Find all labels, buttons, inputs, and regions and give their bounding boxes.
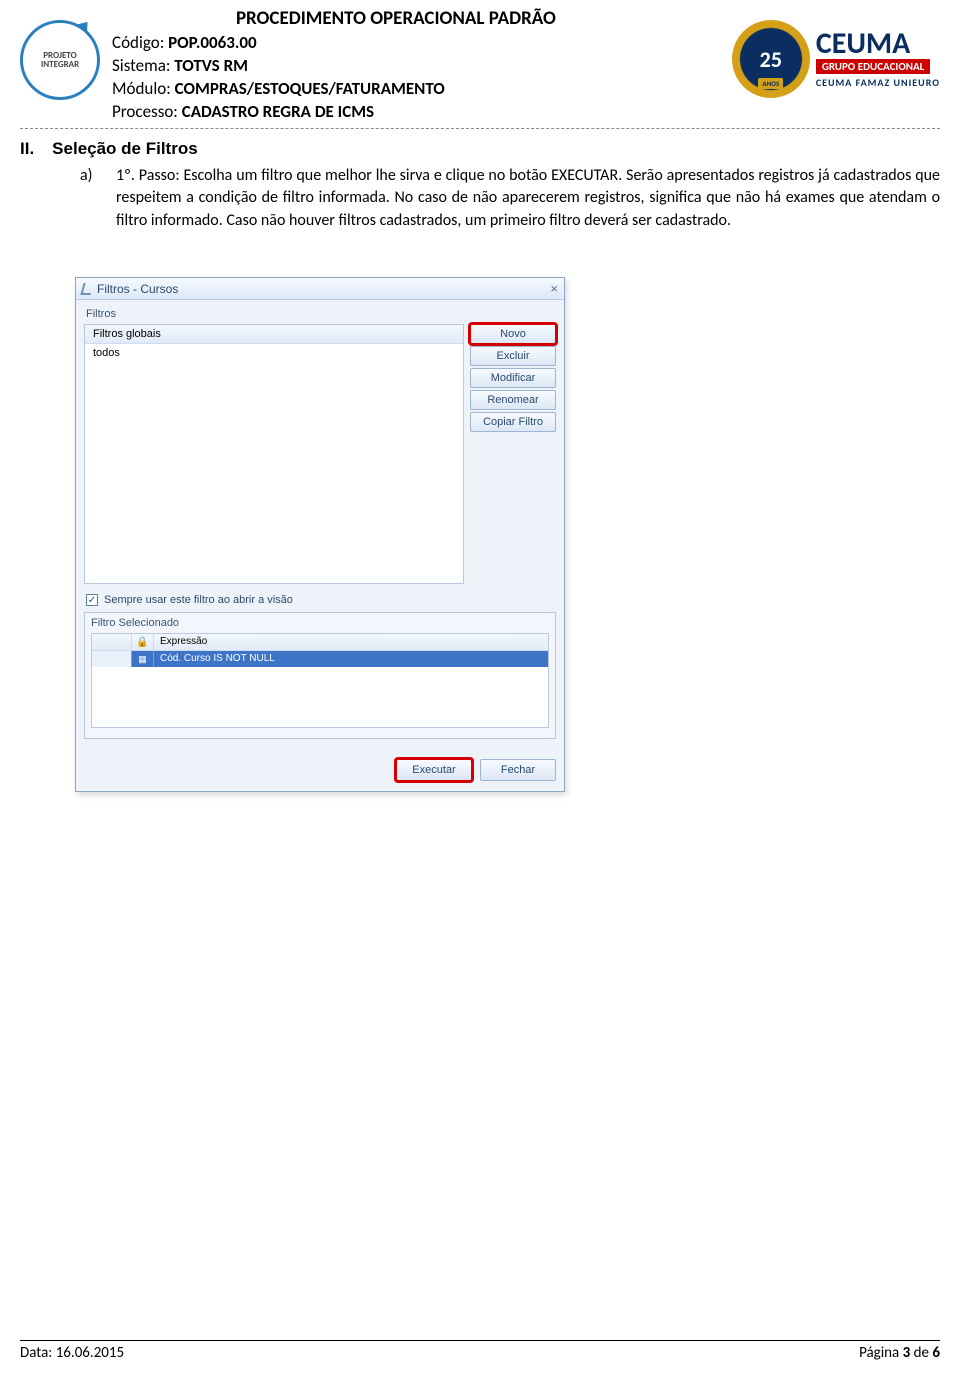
row-blank: [92, 651, 132, 667]
logo-text-2: INTEGRAR: [41, 59, 79, 70]
anniversary-badge: 25: [732, 20, 810, 98]
filters-window: Filtros - Cursos × Filtros Filtros globa…: [75, 277, 565, 792]
section-heading-row: II. Seleção de Filtros: [20, 139, 940, 159]
close-icon[interactable]: ×: [550, 281, 558, 296]
header-text-block: PROCEDIMENTO OPERACIONAL PADRÃO Código: …: [112, 5, 720, 122]
excluir-button[interactable]: Excluir: [470, 346, 556, 366]
page-mid: de: [910, 1344, 932, 1362]
selected-filter-table: 🔒 Expressão ▦ Cód. Curso IS NOT NULL: [91, 633, 549, 728]
col-blank: [92, 634, 132, 650]
codigo-label: Código:: [112, 32, 168, 53]
filter-list[interactable]: Filtros globais todos: [84, 324, 464, 584]
filter-icon: [80, 283, 93, 295]
header-divider: [20, 128, 940, 129]
codigo-value: POP.0063.00: [168, 32, 257, 53]
screenshot-wrapper: Filtros - Cursos × Filtros Filtros globa…: [75, 277, 565, 792]
modulo-value: COMPRAS/ESTOQUES/FATURAMENTO: [175, 78, 445, 99]
window-titlebar: Filtros - Cursos ×: [76, 278, 564, 300]
filters-group-label: Filtros: [86, 308, 556, 320]
document-icon: ▦: [138, 654, 147, 665]
doc-title: PROCEDIMENTO OPERACIONAL PADRÃO: [72, 7, 720, 30]
projeto-integrar-logo: PROJETO INTEGRAR: [20, 20, 100, 100]
item-letter: a): [80, 165, 98, 232]
ceuma-line-text: CEUMA FAMAZ UNIEURO: [816, 76, 940, 89]
section-number: II.: [20, 139, 34, 159]
renomear-button[interactable]: Renomear: [470, 390, 556, 410]
novo-button[interactable]: Novo: [470, 324, 556, 344]
page-pre: Página: [859, 1344, 903, 1362]
badge-number: 25: [760, 46, 782, 73]
selected-filter-label: Filtro Selecionado: [91, 617, 549, 629]
section-title: Seleção de Filtros: [52, 139, 198, 159]
window-title: Filtros - Cursos: [97, 282, 178, 296]
section-item-row: a) 1º. Passo: Escolha um filtro que melh…: [80, 165, 940, 232]
document-header: PROJETO INTEGRAR PROCEDIMENTO OPERACIONA…: [20, 0, 940, 124]
copiar-filtro-button[interactable]: Copiar Filtro: [470, 412, 556, 432]
executar-button[interactable]: Executar: [396, 759, 472, 781]
footer-page: Página 3 de 6: [859, 1344, 940, 1362]
modulo-label: Módulo:: [112, 78, 175, 99]
ceuma-main-text: CEUMA: [816, 30, 911, 57]
item-text: 1º. Passo: Escolha um filtro que melhor …: [116, 165, 940, 232]
processo-label: Processo:: [112, 101, 182, 122]
table-row[interactable]: ▦ Cód. Curso IS NOT NULL: [92, 651, 548, 667]
always-use-filter-checkbox[interactable]: ✓: [86, 594, 98, 606]
modificar-button[interactable]: Modificar: [470, 368, 556, 388]
checkbox-label: Sempre usar este filtro ao abrir a visão: [104, 594, 293, 606]
footer-date: Data: 16.06.2015: [20, 1344, 124, 1362]
ceuma-logo: CEUMA GRUPO EDUCACIONAL CEUMA FAMAZ UNIE…: [816, 30, 940, 89]
ceuma-sub-text: GRUPO EDUCACIONAL: [816, 59, 931, 74]
row-expression: Cód. Curso IS NOT NULL: [154, 651, 548, 667]
col-expression-header: Expressão: [154, 634, 548, 650]
document-footer: Data: 16.06.2015 Página 3 de 6: [20, 1340, 940, 1362]
filter-list-header: Filtros globais: [85, 325, 463, 344]
sistema-label: Sistema:: [112, 55, 174, 76]
processo-value: CADASTRO REGRA DE ICMS: [182, 101, 374, 122]
always-use-filter-row: ✓ Sempre usar este filtro ao abrir a vis…: [86, 594, 556, 606]
table-blank-area: [92, 667, 548, 727]
logo-right-group: 25 CEUMA GRUPO EDUCACIONAL CEUMA FAMAZ U…: [732, 20, 940, 98]
table-header-row: 🔒 Expressão: [92, 634, 548, 651]
row-icon-cell: ▦: [132, 651, 154, 667]
bottom-button-row: Executar Fechar: [76, 749, 564, 791]
list-item[interactable]: todos: [85, 344, 463, 362]
filters-area: Filtros globais todos Novo Excluir Modif…: [84, 324, 556, 584]
col-lock-header: 🔒: [132, 634, 154, 650]
button-column: Novo Excluir Modificar Renomear Copiar F…: [470, 324, 556, 584]
page-total: 6: [932, 1344, 940, 1362]
selected-filter-group: Filtro Selecionado 🔒 Expressão ▦ Cód. Cu…: [84, 612, 556, 739]
lock-icon: 🔒: [136, 637, 148, 648]
sistema-value: TOTVS RM: [174, 55, 248, 76]
fechar-button[interactable]: Fechar: [480, 759, 556, 781]
window-body: Filtros Filtros globais todos Novo Exclu…: [76, 300, 564, 749]
